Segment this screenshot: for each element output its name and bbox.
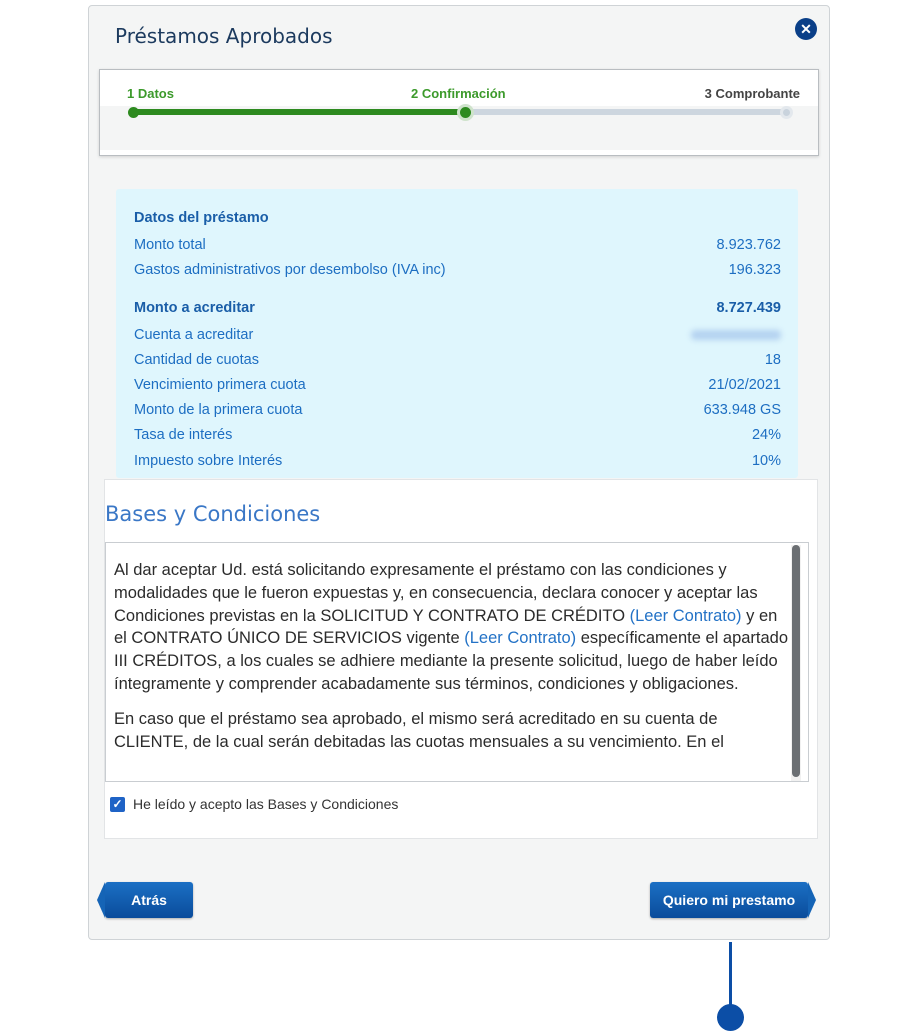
step-dot-2 — [457, 104, 474, 121]
loan-row-label: Monto total — [134, 237, 206, 253]
loan-row: Cantidad de cuotas 18 — [134, 350, 781, 370]
loan-row-label: Cantidad de cuotas — [134, 352, 259, 368]
loan-row-highlight: Monto a acreditar 8.727.439 — [134, 298, 781, 318]
close-icon[interactable]: ✕ — [795, 18, 817, 40]
terms-section: Bases y Condiciones Al dar aceptar Ud. e… — [104, 479, 818, 839]
loan-row: Impuesto sobre Interés 10% — [134, 451, 781, 471]
loan-row-label: Gastos administrativos por desembolso (I… — [134, 262, 446, 278]
stepper-progress-fill — [133, 109, 463, 115]
progress-stepper: 1 Datos 2 Confirmación 3 Comprobante — [99, 69, 819, 156]
loan-row-label: Tasa de interés — [134, 427, 233, 443]
annotation-pointer-dot — [717, 1004, 744, 1031]
loan-heading-row: Datos del préstamo — [134, 208, 781, 228]
modal-title: Préstamos Aprobados — [115, 24, 333, 48]
accept-terms-row[interactable]: ✓ He leído y acepto las Bases y Condicio… — [110, 796, 398, 812]
terms-scroll-box[interactable]: Al dar aceptar Ud. está solicitando expr… — [105, 542, 809, 782]
step-dot-3 — [780, 106, 793, 119]
terms-scrollbar[interactable] — [791, 545, 801, 781]
scrollbar-thumb[interactable] — [792, 545, 800, 777]
read-contract-link-1[interactable]: (Leer Contrato) — [630, 607, 742, 625]
loan-row-label: Monto a acreditar — [134, 300, 255, 316]
step-label-confirmacion: 2 Confirmación — [411, 86, 506, 101]
loan-row-value: 633.948 GS — [703, 402, 781, 418]
read-contract-link-2[interactable]: (Leer Contrato) — [464, 629, 576, 647]
loan-row-value: 10% — [751, 453, 781, 469]
loan-row-label: Impuesto sobre Interés — [134, 453, 283, 469]
terms-paragraph-1: Al dar aceptar Ud. está solicitando expr… — [114, 559, 790, 696]
loan-row-label: Cuenta a acreditar — [134, 327, 254, 343]
loan-row: Vencimiento primera cuota 21/02/2021 — [134, 375, 781, 395]
loan-row: Monto de la primera cuota 633.948 GS — [134, 400, 781, 420]
loan-row-value: 196.323 — [728, 262, 781, 278]
terms-title: Bases y Condiciones — [105, 502, 321, 526]
loan-row-value: 24% — [751, 427, 781, 443]
back-button[interactable]: Atrás — [97, 882, 193, 918]
loan-row-value: 21/02/2021 — [708, 377, 781, 393]
terms-paragraph-2: En caso que el préstamo sea aprobado, el… — [114, 709, 724, 751]
loan-row: Gastos administrativos por desembolso (I… — [134, 260, 781, 280]
loan-row: Monto total 8.923.762 — [134, 235, 781, 255]
loan-row: Cuenta a acreditar — [134, 325, 781, 345]
loan-row-value: 8.727.439 — [716, 300, 781, 316]
loan-modal: Préstamos Aprobados ✕ 1 Datos 2 Confirma… — [88, 5, 830, 940]
loan-row-label: Vencimiento primera cuota — [134, 377, 306, 393]
annotation-pointer-line — [729, 942, 732, 1005]
loan-heading: Datos del préstamo — [134, 210, 269, 226]
accept-terms-checkbox[interactable]: ✓ — [110, 796, 125, 812]
step-dot-1 — [128, 107, 139, 118]
loan-details-panel: Datos del préstamo Monto total 8.923.762… — [116, 189, 798, 478]
submit-loan-button[interactable]: Quiero mi prestamo — [650, 882, 816, 918]
accept-terms-label: He leído y acepto las Bases y Condicione… — [133, 796, 399, 812]
step-label-comprobante: 3 Comprobante — [704, 86, 800, 101]
loan-row-label: Monto de la primera cuota — [134, 402, 303, 418]
loan-row: Tasa de interés 24% — [134, 425, 781, 445]
step-label-datos: 1 Datos — [127, 86, 174, 101]
terms-text: Al dar aceptar Ud. está solicitando expr… — [114, 559, 790, 765]
loan-row-value: 8.923.762 — [716, 237, 781, 253]
account-number-redacted — [691, 330, 781, 340]
loan-row-value: 18 — [764, 352, 781, 368]
